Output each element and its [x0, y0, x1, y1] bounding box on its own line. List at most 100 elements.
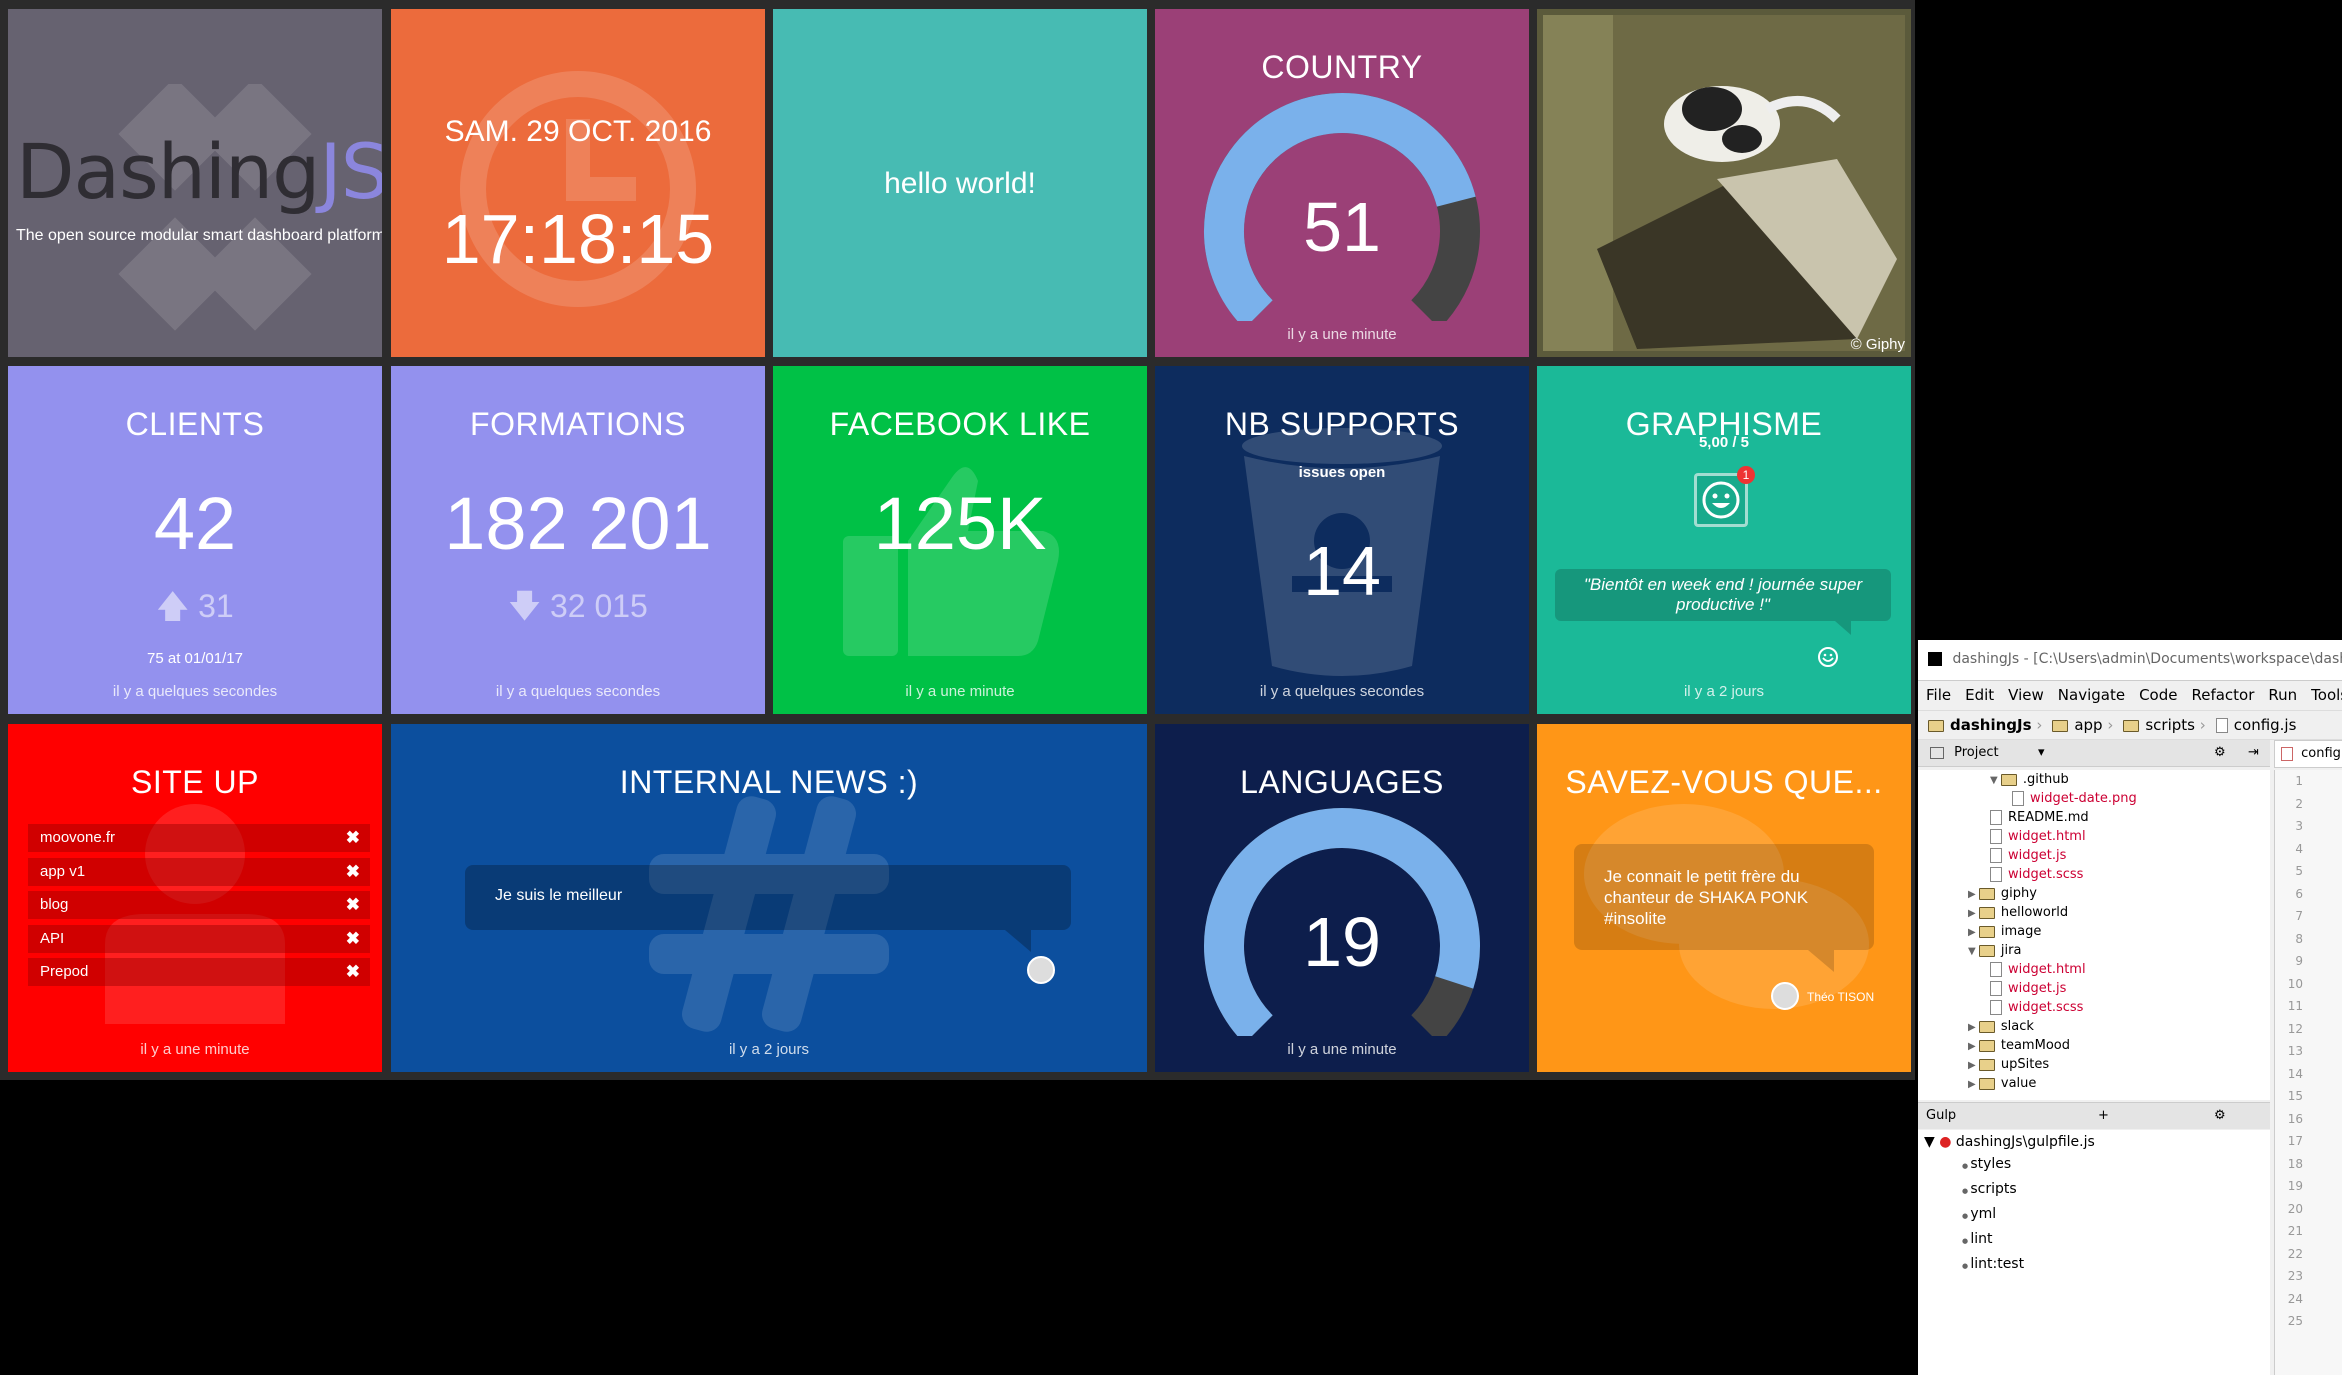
menu-item[interactable]: Edit: [1965, 686, 1994, 704]
tree-item[interactable]: ▶ upSites: [1918, 1055, 2270, 1074]
gulp-file-label: dashingJs\gulpfile.js: [1955, 1134, 2095, 1150]
expand-arrow-icon[interactable]: ▶: [1968, 927, 1979, 938]
expand-arrow-icon[interactable]: ▼: [1968, 946, 1979, 957]
tree-item[interactable]: ▶ value: [1918, 1074, 2270, 1093]
supports-updated: il y a quelques secondes: [1259, 683, 1425, 700]
site-row[interactable]: blog ✖: [28, 891, 370, 919]
project-label[interactable]: Project: [1954, 745, 1998, 760]
editor-tab[interactable]: config: [2274, 740, 2342, 768]
project-tree: ▼ .github widget-date.png README.md widget.…: [1918, 770, 2270, 1100]
expand-arrow-icon[interactable]: ▶: [1968, 1079, 1979, 1090]
tree-item[interactable]: widget.html: [1918, 827, 2270, 846]
gulp-tree: ▼ ● dashingJs\gulpfile.js ● styles ● scri…: [1918, 1130, 2270, 1375]
expand-arrow-icon[interactable]: ▶: [1968, 1060, 1979, 1071]
tree-item[interactable]: widget.js: [1918, 979, 2270, 998]
tree-item[interactable]: ▶ helloworld: [1918, 903, 2270, 922]
menu-item[interactable]: Code: [2139, 686, 2177, 704]
gulp-task[interactable]: ● scripts: [1918, 1177, 2270, 1202]
mood-button[interactable]: 1: [1694, 466, 1755, 527]
tree-item-label: widget-date.png: [2030, 791, 2137, 806]
line-number: 18: [2287, 1156, 2303, 1171]
line-number: 4: [2295, 841, 2303, 856]
tree-item[interactable]: ▼ .github: [1918, 770, 2270, 789]
menu-item[interactable]: File: [1926, 686, 1951, 704]
site-row[interactable]: API ✖: [28, 924, 370, 953]
gear-icon[interactable]: ⚙: [2214, 1103, 2226, 1129]
tree-item[interactable]: widget.js: [1918, 846, 2270, 865]
status-down-icon: ✖: [345, 895, 360, 914]
expand-arrow-icon[interactable]: ▼: [1990, 775, 2001, 786]
file-icon: [1990, 981, 2002, 996]
country-value: 51: [1303, 188, 1381, 266]
breadcrumb-item[interactable]: dashingJs: [1950, 716, 2032, 734]
tree-item[interactable]: ▶ giphy: [1918, 884, 2270, 903]
facebook-updated: il y a une minute: [905, 683, 1015, 700]
tree-item[interactable]: ▼ jira: [1918, 941, 2270, 960]
graphisme-quote: "Bientôt en week end ! journée super pro…: [1583, 575, 1863, 614]
country-tile: COUNTRY 51 il y a une minute: [1155, 9, 1529, 357]
folder-icon: [1978, 906, 1995, 919]
project-toolbar: Project ▾ ⚙ ⇥: [1918, 740, 2270, 767]
menu-item[interactable]: Refactor: [2191, 686, 2254, 704]
tree-item[interactable]: ▶ image: [1918, 922, 2270, 941]
menu-item[interactable]: View: [2008, 686, 2044, 704]
gulp-task[interactable]: ● yml: [1918, 1202, 2270, 1227]
gear-icon[interactable]: ⚙: [2214, 740, 2226, 766]
folder-icon: [2000, 773, 2017, 786]
expand-arrow-icon[interactable]: ▶: [1968, 1022, 1979, 1033]
tree-item[interactable]: widget-date.png: [1918, 789, 2270, 808]
ide-titlebar: dashingJs - [C:\Users\admin\Documents\wo…: [1918, 640, 2342, 681]
site-row[interactable]: moovone.fr ✖: [28, 824, 370, 852]
siteup-title: SITE UP: [131, 764, 259, 800]
gulp-task-label: lint:test: [1970, 1256, 2025, 1272]
smiley-icon: [1702, 481, 1740, 519]
expand-arrow-icon[interactable]: ▶: [1968, 1041, 1979, 1052]
arrow-down-icon: 🡇: [508, 588, 542, 624]
line-number: 1: [2295, 774, 2303, 788]
languages-value: 19: [1303, 903, 1381, 981]
site-row[interactable]: Prepod ✖: [28, 958, 370, 986]
savez-message: Je connait le petit frère du chanteur de…: [1604, 867, 1809, 928]
small-smiley-icon: [1818, 647, 1838, 667]
hello-text: hello world!: [884, 167, 1036, 200]
tree-item[interactable]: widget.scss: [1918, 865, 2270, 884]
chevron-down-icon[interactable]: ▾: [2038, 740, 2045, 766]
gulp-toolbar: Gulp + ⚙: [1918, 1102, 2270, 1129]
line-number: 17: [2287, 1134, 2303, 1148]
status-down-icon: ✖: [345, 962, 360, 981]
folder-icon: [1978, 887, 1995, 900]
add-icon[interactable]: +: [2098, 1103, 2109, 1129]
breadcrumb-item[interactable]: config.js: [2234, 716, 2297, 734]
tree-item[interactable]: ▶ teamMood: [1918, 1036, 2270, 1055]
gulp-task[interactable]: ● lint: [1918, 1227, 2270, 1252]
file-icon: [1990, 810, 2002, 825]
site-row[interactable]: app v1 ✖: [28, 857, 370, 886]
menu-item[interactable]: Navigate: [2058, 686, 2125, 704]
breadcrumb-item[interactable]: app: [2074, 716, 2102, 734]
js-file-icon: [2215, 718, 2228, 733]
gulp-task[interactable]: ● lint:test: [1918, 1252, 2270, 1277]
folder-icon: [1978, 1058, 1995, 1071]
tree-item[interactable]: README.md: [1918, 808, 2270, 827]
clock-time: 17:18:15: [441, 200, 715, 278]
giphy-image: [1543, 15, 1905, 351]
tree-item[interactable]: widget.scss: [1918, 998, 2270, 1017]
editor-gutter: 1 2 3 4 5 6 7 8 9 10 11 12 13 14 15 16 17 18 19 20 21 22 23 24 2…: [2274, 770, 2342, 1375]
tree-item[interactable]: ▶ slack: [1918, 1017, 2270, 1036]
news-updated: il y a 2 jours: [728, 1041, 810, 1058]
news-message: Je suis le meilleur: [495, 887, 623, 904]
gulp-task-label: lint: [1970, 1231, 1993, 1247]
expand-arrow-icon[interactable]: ▶: [1968, 908, 1979, 919]
line-number: 10: [2287, 976, 2303, 991]
expand-arrow-icon[interactable]: ▶: [1968, 889, 1979, 900]
gulp-task[interactable]: ● styles: [1918, 1152, 2270, 1177]
file-icon: [1990, 1000, 2002, 1015]
ide-menubar: File Edit View Navigate Code Refactor Run Tools…: [1918, 681, 2342, 709]
graphisme-tile: GRAPHISME 5,00 / 5 1 "Bientôt en week en…: [1537, 366, 1911, 714]
tree-item[interactable]: widget.html: [1918, 960, 2270, 979]
hide-icon[interactable]: ⇥: [2248, 740, 2259, 766]
menu-item[interactable]: Tools: [2311, 686, 2342, 704]
breadcrumb-item[interactable]: scripts: [2145, 716, 2195, 734]
status-down-icon: ✖: [345, 828, 360, 847]
menu-item[interactable]: Run: [2268, 686, 2297, 704]
